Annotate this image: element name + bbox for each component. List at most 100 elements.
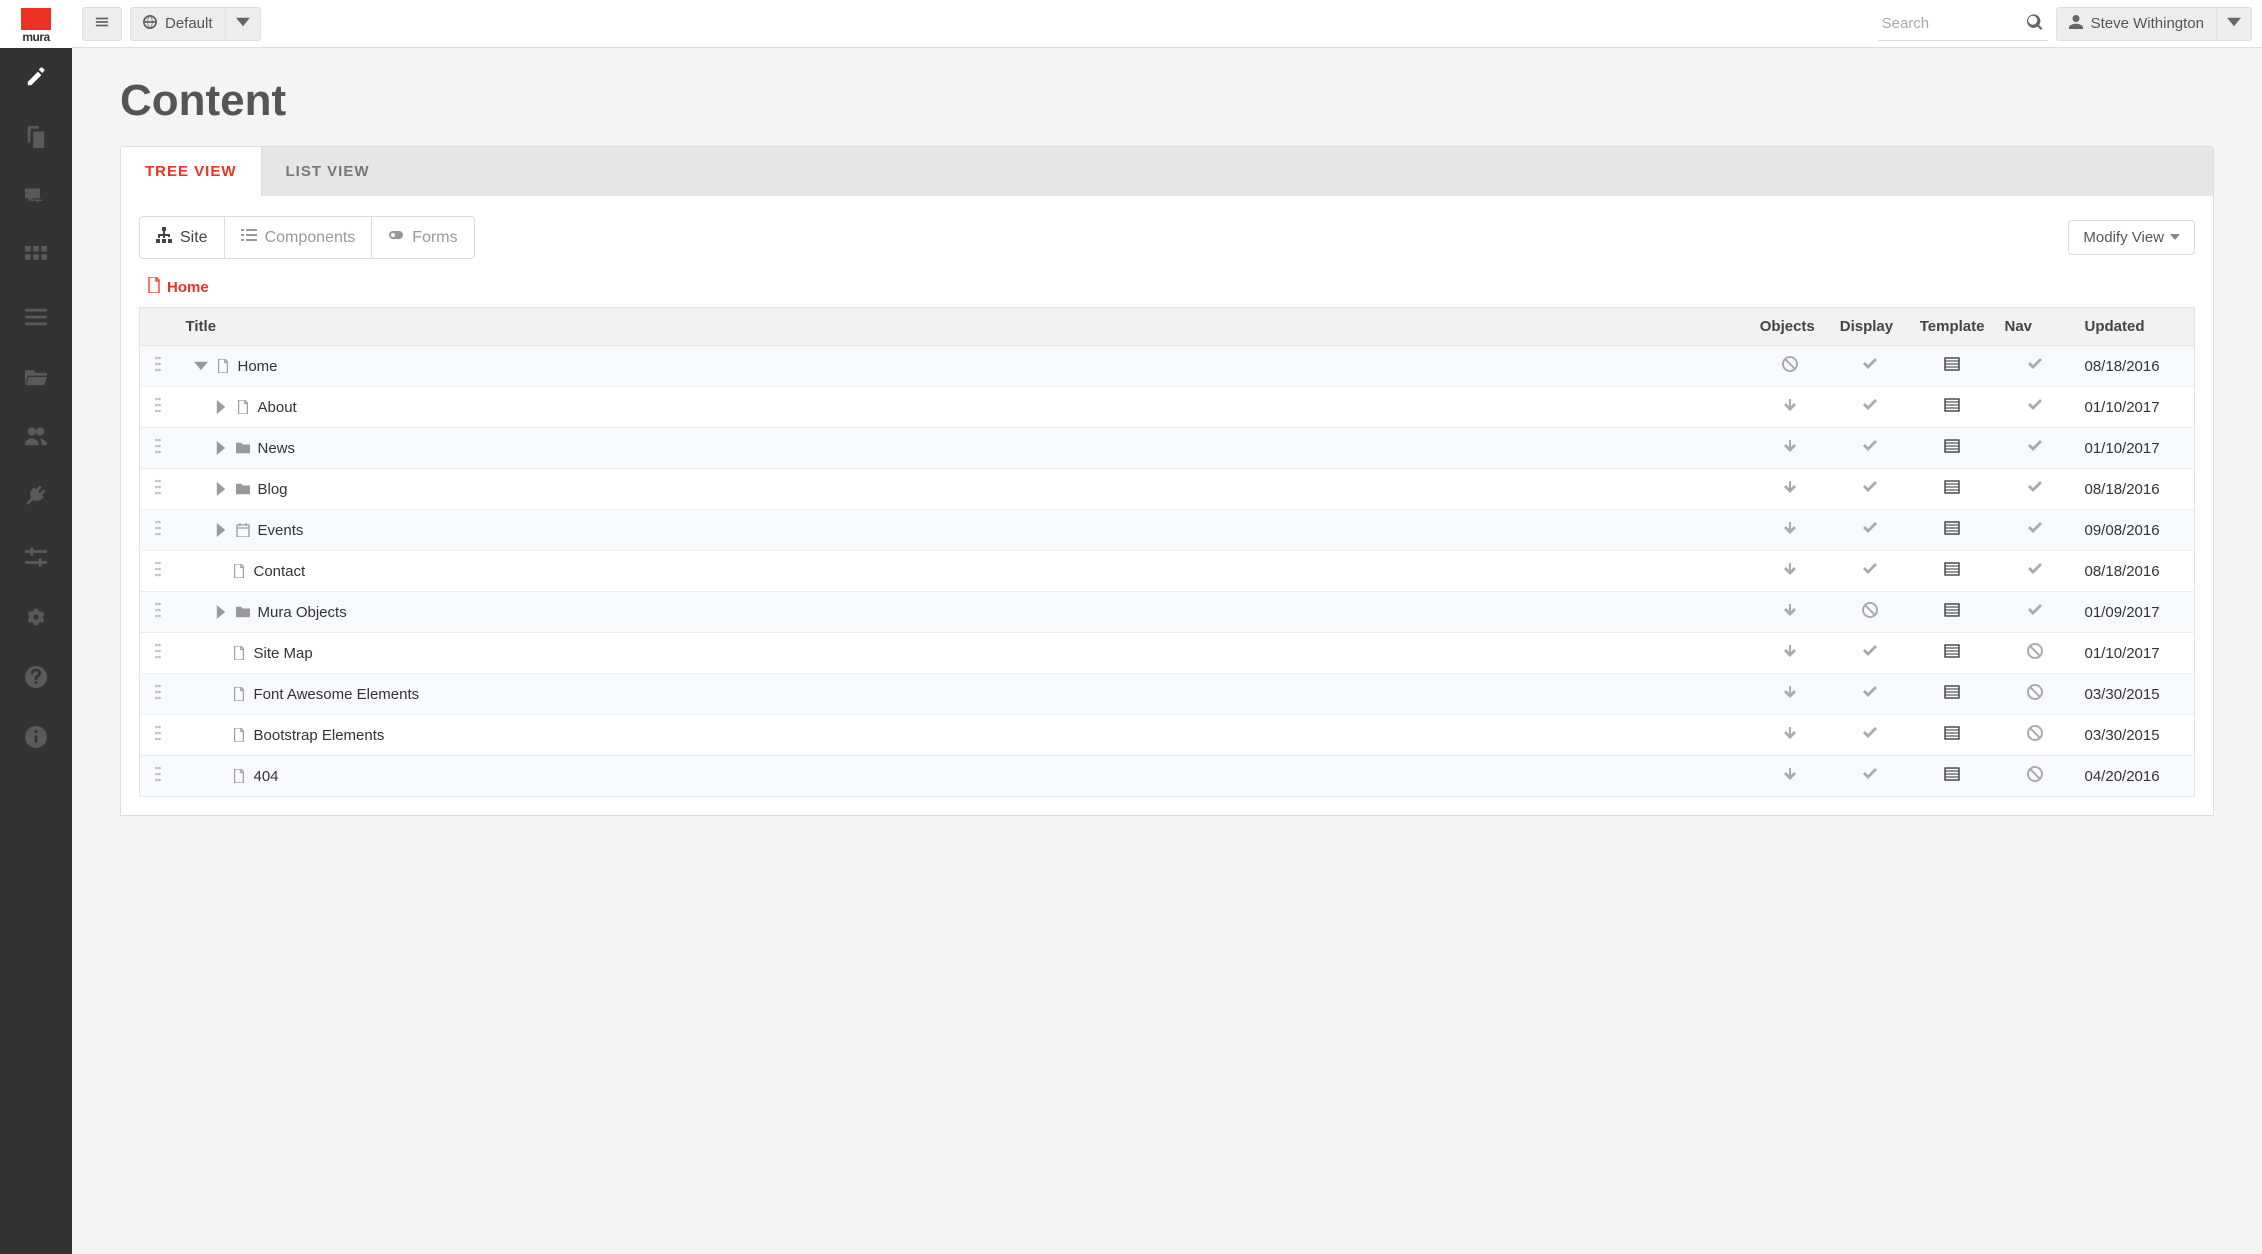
site-selector-button[interactable]: Default	[130, 7, 225, 41]
filter-forms[interactable]: Forms	[372, 217, 473, 258]
calendar-icon	[236, 523, 250, 537]
sidebar-item-settings[interactable]	[0, 528, 72, 588]
drag-handle-icon[interactable]	[155, 769, 161, 786]
sidebar-item-content[interactable]	[0, 48, 72, 108]
sidebar-item-copy[interactable]	[0, 108, 72, 168]
user-menu-button[interactable]: Steve Withington	[2056, 7, 2216, 41]
drag-handle-icon[interactable]	[155, 605, 161, 622]
modify-view-button[interactable]: Modify View	[2068, 220, 2195, 255]
check-icon	[1862, 359, 1878, 376]
brand-logo[interactable]: mura	[0, 0, 72, 48]
sidebar-item-lists[interactable]	[0, 288, 72, 348]
tab-tree-view[interactable]: TREE VIEW	[121, 147, 262, 196]
modify-view-label: Modify View	[2083, 229, 2164, 246]
expand-caret-icon[interactable]	[214, 400, 228, 414]
layout-icon	[1944, 564, 1960, 581]
sliders-icon	[25, 546, 47, 571]
check-icon	[1862, 769, 1878, 786]
question-icon	[25, 666, 47, 691]
bars-icon	[95, 15, 109, 33]
down-icon	[1782, 564, 1798, 581]
tab-list-view[interactable]: LIST VIEW	[262, 147, 394, 196]
filter-components[interactable]: Components	[225, 217, 373, 258]
list-icon	[241, 227, 257, 248]
ban-icon	[2027, 769, 2043, 786]
tree-row[interactable]: Site Map01/10/2017	[140, 633, 2195, 674]
layout-icon	[1944, 728, 1960, 745]
sidebar-item-modules[interactable]	[0, 228, 72, 288]
drag-handle-icon[interactable]	[155, 728, 161, 745]
user-menu[interactable]: Steve Withington	[2056, 7, 2252, 41]
expand-caret-icon[interactable]	[214, 441, 228, 455]
site-selector[interactable]: Default	[130, 7, 261, 41]
drag-handle-icon[interactable]	[155, 482, 161, 499]
search-input[interactable]	[1878, 7, 2048, 41]
layout-icon	[1944, 646, 1960, 663]
layout-icon	[1944, 687, 1960, 704]
sidebar-item-users[interactable]	[0, 408, 72, 468]
check-icon	[1862, 523, 1878, 540]
expand-caret-icon[interactable]	[214, 482, 228, 496]
sidebar-item-gears[interactable]	[0, 588, 72, 648]
row-title: About	[258, 399, 297, 416]
folderopen-icon	[25, 366, 47, 391]
layout-icon	[1944, 482, 1960, 499]
tree-row[interactable]: News01/10/2017	[140, 428, 2195, 469]
layout-icon	[1944, 523, 1960, 540]
row-updated: 01/10/2017	[2075, 633, 2195, 674]
col-objects[interactable]: Objects	[1750, 308, 1830, 346]
info-icon	[25, 726, 47, 751]
row-updated: 01/09/2017	[2075, 592, 2195, 633]
drag-handle-icon[interactable]	[155, 564, 161, 581]
sidebar-item-help[interactable]	[0, 648, 72, 708]
tree-row[interactable]: Contact08/18/2016	[140, 551, 2195, 592]
tree-row[interactable]: Home08/18/2016	[140, 346, 2195, 387]
hamburger-button[interactable]	[82, 7, 122, 41]
col-template[interactable]: Template	[1910, 308, 1995, 346]
drag-handle-icon[interactable]	[155, 523, 161, 540]
site-selector-caret[interactable]	[225, 7, 261, 41]
expand-caret-icon[interactable]	[194, 359, 208, 373]
filter-label: Forms	[412, 229, 457, 247]
tree-row[interactable]: Bootstrap Elements03/30/2015	[140, 715, 2195, 756]
search-icon[interactable]	[2026, 13, 2044, 34]
drag-handle-icon[interactable]	[155, 400, 161, 417]
sidebar: mura	[0, 0, 72, 1254]
sidebar-item-info[interactable]	[0, 708, 72, 768]
col-title[interactable]: Title	[176, 308, 1750, 346]
tree-row[interactable]: Events09/08/2016	[140, 510, 2195, 551]
check-icon	[2027, 564, 2043, 581]
tree-row[interactable]: Mura Objects01/09/2017	[140, 592, 2195, 633]
check-icon	[1862, 687, 1878, 704]
user-menu-caret[interactable]	[2216, 7, 2252, 41]
page-icon	[232, 728, 246, 742]
sidebar-item-comments[interactable]	[0, 168, 72, 228]
breadcrumb[interactable]: Home	[147, 277, 2195, 297]
col-display[interactable]: Display	[1830, 308, 1910, 346]
tree-row[interactable]: Blog08/18/2016	[140, 469, 2195, 510]
drag-handle-icon[interactable]	[155, 359, 161, 376]
tree-row[interactable]: 40404/20/2016	[140, 756, 2195, 797]
grid-icon	[25, 246, 47, 271]
tree-row[interactable]: About01/10/2017	[140, 387, 2195, 428]
search-wrap	[1878, 7, 2048, 41]
drag-handle-icon[interactable]	[155, 646, 161, 663]
filter-site[interactable]: Site	[140, 217, 225, 258]
check-icon	[2027, 359, 2043, 376]
tree-row[interactable]: Font Awesome Elements03/30/2015	[140, 674, 2195, 715]
sidebar-item-plugins[interactable]	[0, 468, 72, 528]
col-nav[interactable]: Nav	[1995, 308, 2075, 346]
content-tree-table: Title Objects Display Template Nav Updat…	[139, 307, 2195, 797]
drag-handle-icon[interactable]	[155, 687, 161, 704]
drag-handle-icon[interactable]	[155, 441, 161, 458]
check-icon	[1862, 482, 1878, 499]
folder-icon	[236, 482, 250, 496]
expand-caret-icon[interactable]	[214, 605, 228, 619]
col-updated[interactable]: Updated	[2075, 308, 2195, 346]
sidebar-item-files[interactable]	[0, 348, 72, 408]
expand-caret-icon[interactable]	[214, 523, 228, 537]
check-icon	[1862, 646, 1878, 663]
check-icon	[2027, 441, 2043, 458]
row-updated: 01/10/2017	[2075, 428, 2195, 469]
globe-icon	[143, 15, 157, 33]
